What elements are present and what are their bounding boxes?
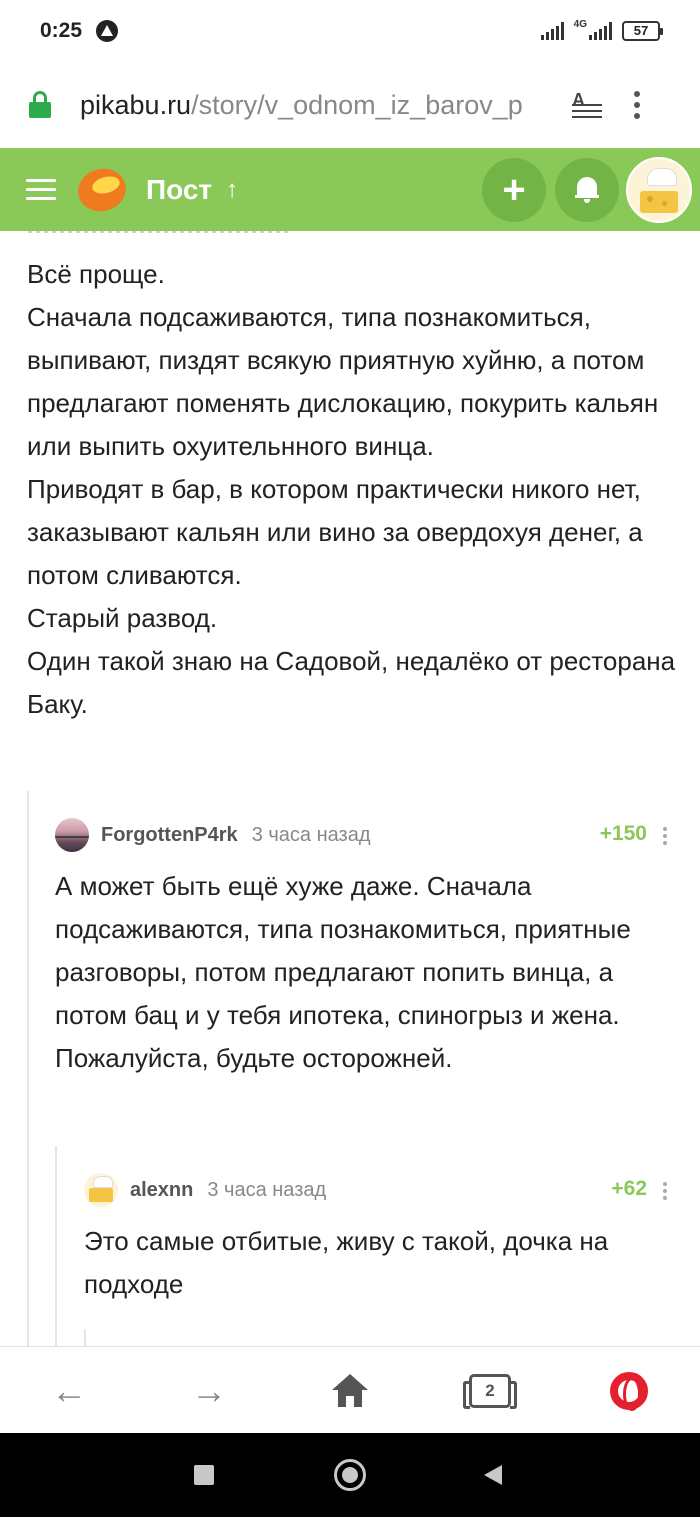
comment-text: Это самые отбитые, живу с такой, дочка н… <box>84 1226 609 1299</box>
tabs-icon: 2 <box>463 1373 517 1409</box>
thread-line[interactable] <box>27 791 29 1346</box>
notifications-button[interactable] <box>555 158 619 222</box>
bell-icon <box>575 177 599 203</box>
comment-timestamp[interactable]: 3 часа назад <box>252 824 371 847</box>
url-path: /story/v_odnom_iz_barov_p <box>191 89 523 120</box>
hamburger-menu-icon[interactable] <box>26 179 56 200</box>
comment-line: Старый развод. <box>27 603 218 633</box>
scroll-up-arrow-icon[interactable]: ↑ <box>226 176 238 204</box>
add-post-button[interactable]: + <box>482 158 546 222</box>
comments-area: Всё проще. Сначала подсаживаются, типа п… <box>0 231 700 1346</box>
commenter-avatar[interactable] <box>55 818 89 852</box>
status-time: 0:25 <box>40 19 83 42</box>
site-header: Пост ↑ + <box>0 148 700 231</box>
comment-rating: +62 <box>611 1177 647 1200</box>
comment-timestamp[interactable]: 3 часа назад <box>207 1179 326 1202</box>
comment-menu-icon[interactable] <box>663 1182 667 1200</box>
home-button[interactable] <box>315 1347 385 1434</box>
thread-line[interactable] <box>84 1329 86 1346</box>
lock-icon[interactable] <box>28 91 52 119</box>
plus-icon: + <box>502 167 526 212</box>
tabs-count: 2 <box>485 1380 495 1400</box>
parent-comment-text: Всё проще. Сначала подсаживаются, типа п… <box>27 253 677 726</box>
pikabu-logo[interactable] <box>73 163 131 216</box>
page-title[interactable]: Пост <box>146 174 212 206</box>
comment: ForgottenP4rk 3 часа назад +150 А может … <box>55 815 675 1080</box>
status-bar: 0:25 4G 57 <box>0 0 700 62</box>
tabs-button[interactable]: 2 <box>455 1347 525 1434</box>
comment-line: Приводят в бар, в котором практически ни… <box>27 474 643 590</box>
address-bar[interactable]: pikabu.ru/story/v_odnom_iz_barov_p A <box>0 62 700 148</box>
home-system-icon[interactable] <box>334 1459 366 1491</box>
navigation-status-icon <box>96 20 119 42</box>
signal-icon-2 <box>589 22 612 40</box>
forward-arrow-icon: → <box>191 1369 227 1411</box>
back-button[interactable]: ← <box>34 1347 104 1434</box>
forward-button[interactable]: → <box>174 1347 244 1434</box>
opera-menu-button[interactable] <box>594 1347 664 1434</box>
cropped-comment-header <box>28 231 288 233</box>
reader-mode-icon[interactable]: A <box>572 90 604 120</box>
user-avatar[interactable] <box>626 157 692 223</box>
system-navigation-bar <box>0 1433 700 1517</box>
home-icon <box>332 1373 368 1408</box>
comment-text: А может быть ещё хуже даже. Сначала подс… <box>55 871 631 1073</box>
thread-line[interactable] <box>55 1146 57 1346</box>
battery-level: 57 <box>633 23 649 38</box>
comment-rating: +150 <box>599 822 647 845</box>
battery-icon: 57 <box>622 21 663 41</box>
commenter-avatar[interactable] <box>84 1173 118 1207</box>
comment-line: Один такой знаю на Садовой, недалёко от … <box>27 646 676 719</box>
network-type: 4G <box>573 18 587 30</box>
browser-bottom-bar: ← → 2 <box>0 1346 700 1433</box>
comment-menu-icon[interactable] <box>663 827 667 845</box>
recent-apps-icon[interactable] <box>194 1465 214 1485</box>
comment: alexnn 3 часа назад +62 Это самые отбиты… <box>84 1170 675 1306</box>
signal-icon <box>540 22 564 40</box>
browser-menu-icon[interactable] <box>634 91 640 119</box>
comment-username[interactable]: alexnn <box>130 1179 193 1202</box>
comment-line: Сначала подсаживаются, типа познакомитьс… <box>27 302 659 461</box>
url-text[interactable]: pikabu.ru/story/v_odnom_iz_barov_p <box>80 90 550 121</box>
opera-logo-icon <box>610 1371 648 1411</box>
back-system-icon[interactable] <box>484 1465 502 1485</box>
url-host: pikabu.ru <box>80 89 192 120</box>
back-arrow-icon: ← <box>51 1369 87 1411</box>
comment-username[interactable]: ForgottenP4rk <box>101 824 238 847</box>
comment-line: Всё проще. <box>27 259 165 289</box>
